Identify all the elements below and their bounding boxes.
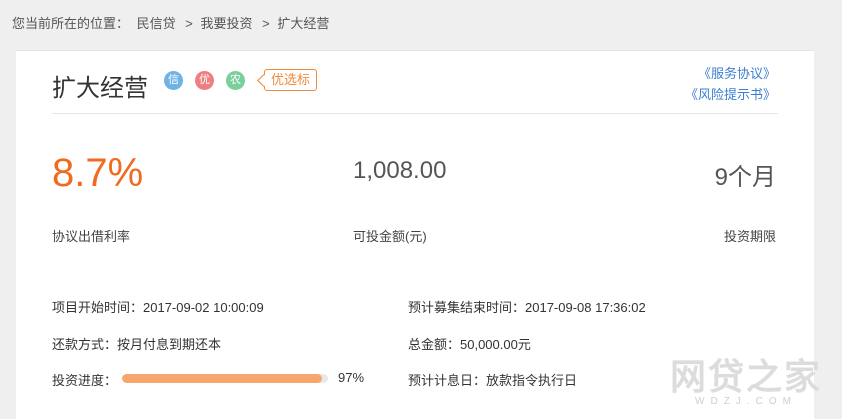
progress-row: 投资进度： 97% xyxy=(52,370,364,389)
end-time: 预计募集结束时间：2017-09-08 17:36:02 xyxy=(408,300,646,315)
rate-value: 8.7% xyxy=(52,151,144,195)
watermark-main: 网贷之家 xyxy=(669,356,822,397)
available-amount-label: 可投金额(元) xyxy=(353,229,427,244)
credit-badge-icon: 信 xyxy=(164,71,183,90)
agreement-links: 《服务协议》 《风险提示书》 xyxy=(685,63,776,105)
progress-bar xyxy=(122,374,328,383)
breadcrumb-link-invest[interactable]: 我要投资 xyxy=(201,16,253,31)
breadcrumb-current: 扩大经营 xyxy=(277,16,330,31)
featured-tag: 优选标 xyxy=(264,69,318,91)
progress-bar-fill xyxy=(122,374,322,383)
available-amount-value: 1,008.00 xyxy=(353,157,447,184)
breadcrumb: 您当前所在的位置： 民信贷 > 我要投资 > 扩大经营 xyxy=(12,13,333,32)
total-amount: 总金额：50,000.00元 xyxy=(408,337,531,352)
progress-percent: 97% xyxy=(338,370,365,385)
breadcrumb-prefix: 您当前所在的位置： xyxy=(12,16,130,31)
term-label: 投资期限 xyxy=(723,229,776,244)
interest-start-date: 预计计息日：放款指令执行日 xyxy=(408,373,578,388)
service-agreement-link[interactable]: 《服务协议》 xyxy=(685,63,776,84)
watermark-logo: 网贷之家 WDZJ.COM xyxy=(670,348,822,407)
start-time: 项目开始时间：2017-09-02 10:00:09 xyxy=(52,300,264,315)
breadcrumb-separator: > xyxy=(262,16,270,31)
divider xyxy=(52,113,778,114)
product-title: 扩大经营 xyxy=(52,75,148,102)
agriculture-badge-icon: 农 xyxy=(226,71,245,90)
repayment-method: 还款方式：按月付息到期还本 xyxy=(52,337,222,352)
progress-label: 投资进度： xyxy=(52,373,118,388)
rate-label: 协议出借利率 xyxy=(52,229,131,244)
risk-notice-link[interactable]: 《风险提示书》 xyxy=(685,84,776,105)
breadcrumb-link-minxindai[interactable]: 民信贷 xyxy=(137,16,176,31)
premium-badge-icon: 优 xyxy=(195,71,214,90)
term-value: 9个月 xyxy=(714,164,776,191)
breadcrumb-separator: > xyxy=(185,16,193,31)
